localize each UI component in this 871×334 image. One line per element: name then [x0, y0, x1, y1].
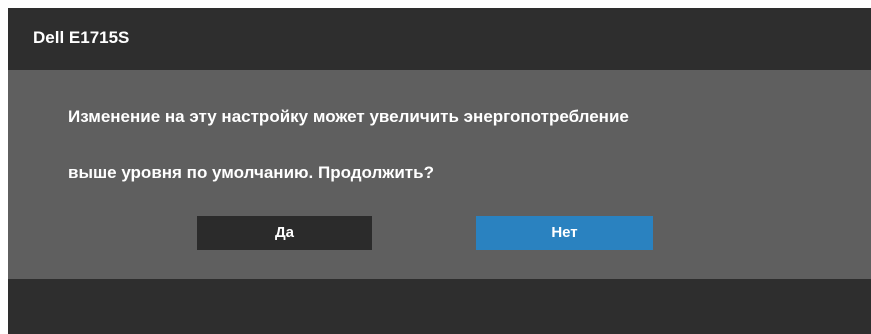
- title-bar: Dell E1715S: [8, 8, 871, 70]
- osd-window: Dell E1715S Изменение на эту настройку м…: [8, 8, 871, 334]
- confirmation-dialog: Изменение на эту настройку может увеличи…: [8, 70, 871, 279]
- yes-button[interactable]: Да: [197, 216, 372, 250]
- dialog-message-line-2: выше уровня по умолчанию. Продолжить?: [68, 163, 434, 182]
- dialog-message-line-1: Изменение на эту настройку может увеличи…: [68, 107, 629, 126]
- no-button[interactable]: Нет: [476, 216, 653, 250]
- monitor-model-title: Dell E1715S: [33, 28, 130, 47]
- footer-bar: [8, 279, 871, 334]
